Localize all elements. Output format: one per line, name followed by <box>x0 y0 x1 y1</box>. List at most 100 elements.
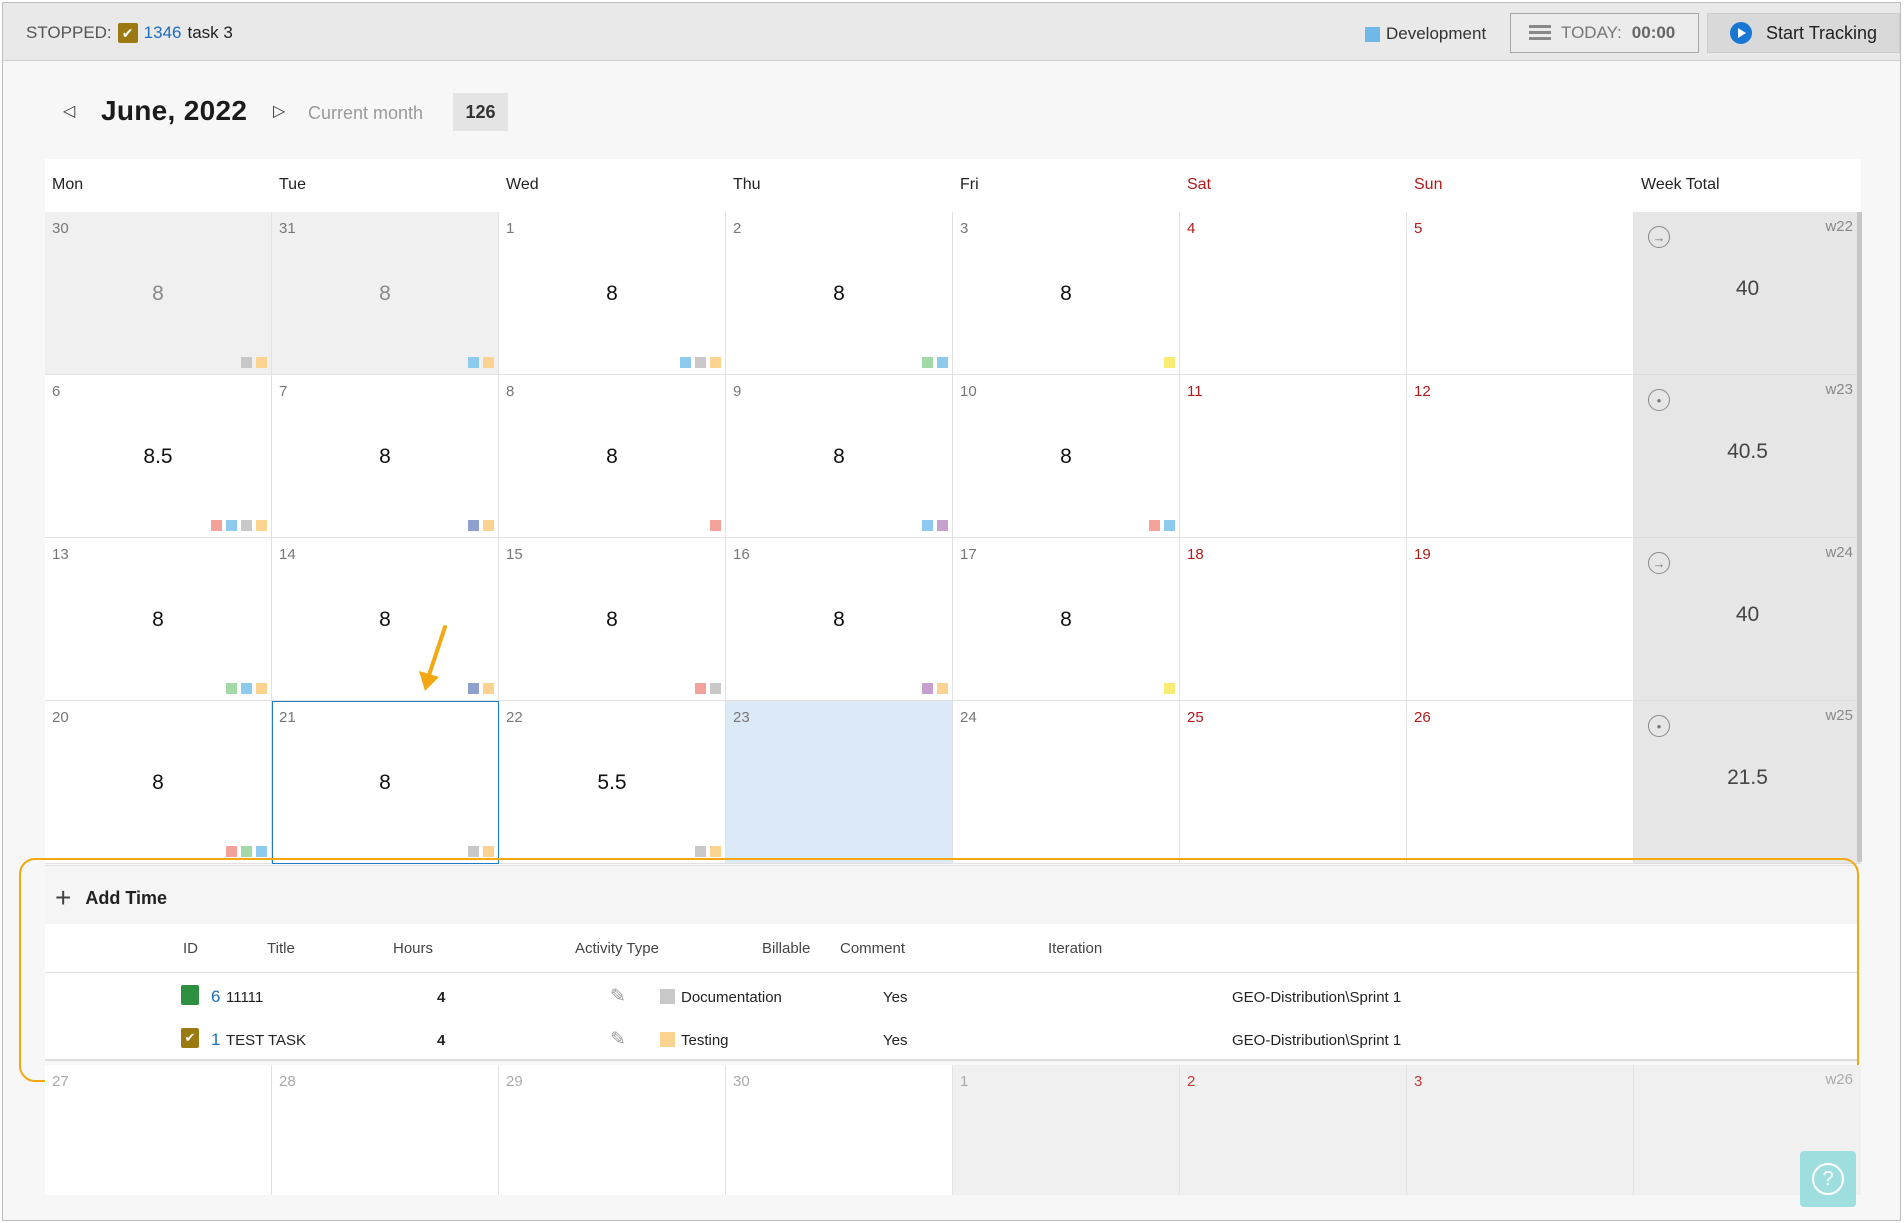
activity-marker <box>468 846 479 857</box>
day-cell[interactable]: 2 <box>1180 1065 1407 1195</box>
day-cell[interactable]: 28 <box>726 212 953 375</box>
day-cell[interactable]: 12 <box>1407 375 1634 538</box>
day-cell[interactable]: 98 <box>726 375 953 538</box>
day-cell[interactable]: 20 8 <box>45 701 272 864</box>
task-id-link[interactable]: 1346 <box>144 23 182 43</box>
week-total-cell: • w23 40.5 <box>1634 375 1861 538</box>
day-number: 25 <box>1187 709 1204 726</box>
day-number: 31 <box>279 220 296 237</box>
today-timelog-button[interactable]: TODAY: 00:00 <box>1510 13 1699 53</box>
prev-month-button[interactable]: ◁ <box>59 101 79 121</box>
day-cell[interactable]: 18 <box>1180 538 1407 701</box>
day-cell[interactable]: 25 <box>1180 701 1407 864</box>
activity-marker <box>241 357 252 368</box>
day-cell[interactable]: 28 <box>272 1065 499 1195</box>
week-status-icon[interactable]: • <box>1648 715 1670 737</box>
activity-markers <box>468 683 494 694</box>
submit-week-icon[interactable]: → <box>1648 226 1670 248</box>
day-cell[interactable]: 27 <box>45 1065 272 1195</box>
day-cell[interactable]: 13 8 <box>45 538 272 701</box>
day-number: 10 <box>960 383 977 400</box>
day-cell[interactable]: 22 5.5 <box>499 701 726 864</box>
day-cell[interactable]: 14 8 <box>272 538 499 701</box>
day-number: 8 <box>506 383 515 400</box>
activity-label: Development <box>1386 24 1487 43</box>
activity-marker <box>937 683 948 694</box>
activity-marker <box>226 683 237 694</box>
day-cell[interactable]: 21 8 <box>272 701 499 864</box>
add-time-button[interactable]: + Add Time <box>55 884 167 912</box>
day-cell[interactable]: 30 <box>726 1065 953 1195</box>
day-cell[interactable]: 1 <box>953 1065 1180 1195</box>
day-cell[interactable]: 4 <box>1180 212 1407 375</box>
next-month-button[interactable]: ▷ <box>269 101 289 121</box>
edit-pencil-icon[interactable]: ✎ <box>610 985 626 1008</box>
day-cell[interactable]: 10 8 <box>953 375 1180 538</box>
day-hours: 8 <box>606 445 618 468</box>
day-hours: 8 <box>833 608 845 631</box>
activity-selector[interactable]: Development <box>1365 24 1486 44</box>
activity-marker <box>483 846 494 857</box>
day-number: 28 <box>279 1073 296 1090</box>
day-cell[interactable]: 11 <box>1180 375 1407 538</box>
work-item-title: TEST TASK <box>226 1032 307 1049</box>
calendar-scrollbar[interactable] <box>1857 212 1862 862</box>
day-cell[interactable]: 18 <box>499 212 726 375</box>
timelog-table-body: 6 11111 4 ✎ Documentation Yes GEO-Distribution… <box>45 973 1857 1061</box>
start-tracking-label: Start Tracking <box>1766 22 1878 43</box>
day-cell[interactable]: 30 8 <box>45 212 272 375</box>
day-cell[interactable]: 16 8 <box>726 538 953 701</box>
today-label: TODAY: <box>1561 23 1622 42</box>
activity-marker <box>937 520 948 531</box>
day-cell[interactable]: 17 8 <box>953 538 1180 701</box>
start-tracking-button[interactable]: Start Tracking <box>1707 13 1900 53</box>
day-cell[interactable]: 3 <box>1407 1065 1634 1195</box>
work-item-id-link[interactable]: 1 <box>211 1030 220 1050</box>
day-cell[interactable]: 38 <box>953 212 1180 375</box>
week-row: 20 8 21 8 22 5.5 23 24 25 26 • w25 21.5 <box>45 701 1861 864</box>
day-cell[interactable]: 19 <box>1407 538 1634 701</box>
activity-marker <box>1164 357 1175 368</box>
table-row[interactable]: ✔ 1 TEST TASK 4 ✎ Testing Yes GEO-Distribution\… <box>45 1020 1857 1060</box>
task-check-icon: ✔ <box>117 23 138 43</box>
backlog-item-icon <box>181 985 199 1005</box>
day-number: 1 <box>506 220 515 237</box>
table-row[interactable]: 6 11111 4 ✎ Documentation Yes GEO-Distribution… <box>45 977 1857 1017</box>
activity-marker <box>710 683 721 694</box>
day-cell[interactable]: 5 <box>1407 212 1634 375</box>
day-cell[interactable]: 23 <box>726 701 953 864</box>
day-cell[interactable]: 15 8 <box>499 538 726 701</box>
activity-markers <box>695 846 721 857</box>
activity-marker <box>695 683 706 694</box>
day-cell[interactable]: 88 <box>499 375 726 538</box>
activity-markers <box>468 846 494 857</box>
timelog-table-header: ID Title Hours Activity Type Billable Comment… <box>45 924 1857 973</box>
submit-week-icon[interactable]: → <box>1648 552 1670 574</box>
day-cell[interactable]: 24 <box>953 701 1180 864</box>
work-item-id-link[interactable]: 6 <box>211 987 220 1007</box>
day-number: 4 <box>1187 220 1196 237</box>
activity-marker <box>1164 683 1175 694</box>
activity-marker <box>483 357 494 368</box>
day-number: 13 <box>52 546 69 563</box>
help-button[interactable]: ? <box>1800 1151 1856 1207</box>
day-cell[interactable]: 31 8 <box>272 212 499 375</box>
activity-marker <box>937 357 948 368</box>
day-cell[interactable]: 6 8.5 <box>45 375 272 538</box>
play-icon <box>1730 22 1752 44</box>
day-hours: 8 <box>152 771 164 794</box>
week-status-icon[interactable]: • <box>1648 389 1670 411</box>
current-month-button[interactable]: Current month <box>308 103 423 124</box>
edit-pencil-icon[interactable]: ✎ <box>610 1028 626 1051</box>
activity-marker <box>1149 520 1160 531</box>
day-number: 24 <box>960 709 977 726</box>
day-cell[interactable]: 26 <box>1407 701 1634 864</box>
day-cell[interactable]: 78 <box>272 375 499 538</box>
activity-marker <box>483 520 494 531</box>
day-cell[interactable]: 29 <box>499 1065 726 1195</box>
app-frame: STOPPED: ✔ 1346 task 3 Development TODAY… <box>2 2 1901 1221</box>
activity-marker <box>468 683 479 694</box>
calendar-header-row: Mon Tue Wed Thu Fri Sat Sun Week Total <box>45 159 1861 212</box>
iteration-value: GEO-Distribution\Sprint 1 <box>1232 989 1402 1006</box>
week-number: w23 <box>1825 381 1853 398</box>
